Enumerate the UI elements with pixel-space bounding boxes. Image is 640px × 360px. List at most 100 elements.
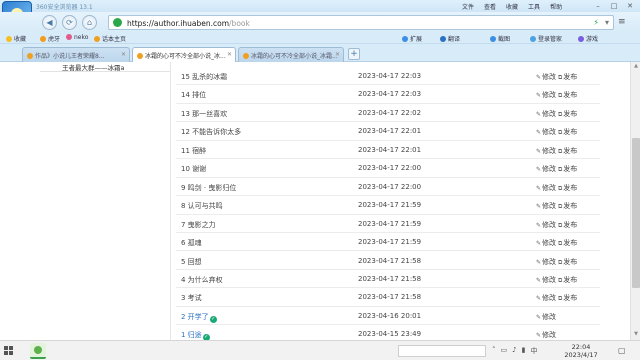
publish-button[interactable]: ⧉发布 (558, 127, 577, 137)
edit-button[interactable]: ✎修改 (536, 109, 556, 119)
edit-button[interactable]: ✎修改 (536, 312, 556, 322)
toolbar-extensions[interactable]: 扩展 (402, 34, 422, 43)
edit-button[interactable]: ✎修改 (536, 330, 556, 340)
scroll-down-icon[interactable]: ▼ (632, 331, 640, 339)
chapter-title[interactable]: 1 归途 (181, 331, 202, 339)
edit-button[interactable]: ✎修改 (536, 257, 556, 267)
chapter-title[interactable]: 12 不能告诉你太多 (181, 128, 241, 136)
toolbar-login-manager[interactable]: 登录管家 (530, 34, 562, 43)
chapter-title[interactable]: 4 为什么弃权 (181, 276, 223, 284)
scroll-up-icon[interactable]: ▲ (632, 63, 640, 71)
chevron-up-icon[interactable]: ˄ (492, 346, 496, 356)
menu-help[interactable]: 帮助 (550, 2, 562, 11)
new-tab-button[interactable]: + (348, 48, 360, 60)
table-row: 10 谢谢 2023-04-17 22:00 ✎修改 ⧉发布 (176, 159, 600, 178)
taskbar-clock[interactable]: 22:04 2023/4/17 (556, 343, 606, 359)
network-icon[interactable]: ▭ (501, 346, 508, 356)
windows-start-icon[interactable] (4, 346, 14, 356)
tab-3[interactable]: 冰霜的心可不冷全部小说_冰霜... ✕ (238, 47, 344, 62)
tab-close-icon[interactable]: ✕ (121, 51, 126, 58)
publish-button[interactable]: ⧉发布 (558, 90, 577, 100)
pencil-icon: ✎ (536, 258, 542, 266)
url-text[interactable]: https://author.ihuaben.com/book (127, 19, 250, 28)
volume-icon[interactable]: ♪ (512, 346, 516, 356)
chapter-title[interactable]: 15 乱杀的冰霜 (181, 73, 227, 81)
publish-button[interactable]: ⧉发布 (558, 238, 577, 248)
chapter-title[interactable]: 13 那一丝喜欢 (181, 110, 227, 118)
edit-button[interactable]: ✎修改 (536, 90, 556, 100)
taskbar-search-input[interactable] (398, 345, 486, 357)
publish-button[interactable]: ⧉发布 (558, 183, 577, 193)
edit-button[interactable]: ✎修改 (536, 146, 556, 156)
publish-button[interactable]: ⧉发布 (558, 109, 577, 119)
tab-1[interactable]: 作品》小说儿王者荣耀8... ✕ (22, 47, 130, 62)
external-link-icon: ⧉ (558, 147, 563, 155)
ime-icon[interactable]: 中 (530, 346, 537, 356)
chapter-title[interactable]: 3 考试 (181, 294, 202, 302)
menu-file[interactable]: 文件 (462, 2, 474, 11)
secure-lock-icon (113, 18, 122, 27)
battery-icon[interactable]: ▮ (522, 346, 526, 356)
chapter-title[interactable]: 6 孤魂 (181, 239, 202, 247)
close-icon[interactable]: ✕ (622, 0, 638, 12)
back-button[interactable]: ◀ (42, 15, 57, 30)
chapter-title[interactable]: 7 曳影之力 (181, 221, 216, 229)
bookmark-huaben-home[interactable]: 话本主页 (94, 34, 126, 43)
menu-favorites[interactable]: 收藏 (506, 2, 518, 11)
scrollbar[interactable]: ▲ ▼ (630, 62, 640, 340)
toolbar-screenshot[interactable]: 截图 (490, 34, 510, 43)
tab-close-icon[interactable]: ✕ (227, 51, 232, 58)
dropdown-icon[interactable]: ▾ (605, 18, 609, 27)
chapter-title-cell: 10 谢谢 (181, 164, 206, 174)
publish-button[interactable]: ⧉发布 (558, 72, 577, 82)
menu-tools[interactable]: 工具 (528, 2, 540, 11)
publish-button[interactable]: ⧉发布 (558, 293, 577, 303)
publish-button[interactable]: ⧉发布 (558, 201, 577, 211)
tab-2[interactable]: 冰霜的心可不冷全部小说_冰... ✕ (132, 47, 236, 62)
notification-icon[interactable]: ▢ (618, 346, 626, 355)
publish-button[interactable]: ⧉发布 (558, 257, 577, 267)
publish-button[interactable]: ⧉发布 (558, 275, 577, 285)
chapter-title-cell: 9 鸣剑 · 曳影归位 (181, 183, 236, 193)
publish-button[interactable]: ⧉发布 (558, 164, 577, 174)
hamburger-menu-icon[interactable]: ≡ (618, 17, 626, 27)
edit-button[interactable]: ✎修改 (536, 220, 556, 230)
address-bar[interactable]: https://author.ihuaben.com/book ⚡ ▾ (108, 15, 614, 30)
bookmark-favorites[interactable]: 收藏 (6, 34, 26, 43)
bookmark-huya[interactable]: 虎牙 (40, 34, 60, 43)
edit-button[interactable]: ✎修改 (536, 164, 556, 174)
refresh-button[interactable]: ⟳ (62, 15, 77, 30)
star-icon (6, 36, 12, 42)
scroll-thumb[interactable] (632, 138, 640, 288)
toolbar-translate[interactable]: 翻译 (440, 34, 460, 43)
chapter-title[interactable]: 14 排位 (181, 91, 206, 99)
chapter-title[interactable]: 10 谢谢 (181, 165, 206, 173)
home-button[interactable]: ⌂ (82, 15, 97, 30)
chapter-title[interactable]: 9 鸣剑 · 曳影归位 (181, 184, 236, 192)
edit-button[interactable]: ✎修改 (536, 238, 556, 248)
pencil-icon: ✎ (536, 313, 542, 321)
divider (170, 62, 171, 340)
tab-close-icon[interactable]: ✕ (335, 51, 340, 58)
taskbar-browser-icon[interactable] (30, 343, 46, 359)
edit-button[interactable]: ✎修改 (536, 127, 556, 137)
edit-button[interactable]: ✎修改 (536, 72, 556, 82)
lightning-icon[interactable]: ⚡ (593, 18, 599, 27)
chapter-title[interactable]: 5 回想 (181, 258, 202, 266)
bookmark-neko[interactable]: neko (66, 34, 88, 41)
menu-view[interactable]: 查看 (484, 2, 496, 11)
publish-button[interactable]: ⧉发布 (558, 146, 577, 156)
chapter-title[interactable]: 8 认可与共鸣 (181, 202, 223, 210)
edit-button[interactable]: ✎修改 (536, 293, 556, 303)
toolbar-games[interactable]: 游戏 (578, 34, 598, 43)
chapter-title[interactable]: 2 开学了 (181, 313, 209, 321)
edit-button[interactable]: ✎修改 (536, 201, 556, 211)
chapter-title[interactable]: 11 宿醉 (181, 147, 206, 155)
edit-button[interactable]: ✎修改 (536, 183, 556, 193)
page-content: 王者最大群——冰霜a 15 乱杀的冰霜 2023-04-17 22:03 ✎修改 ⧉发… (0, 62, 630, 340)
maximize-icon[interactable]: □ (606, 0, 622, 12)
minimize-icon[interactable]: – (590, 0, 606, 12)
publish-button[interactable]: ⧉发布 (558, 220, 577, 230)
chapter-time: 2023-04-17 22:00 (358, 164, 422, 173)
edit-button[interactable]: ✎修改 (536, 275, 556, 285)
